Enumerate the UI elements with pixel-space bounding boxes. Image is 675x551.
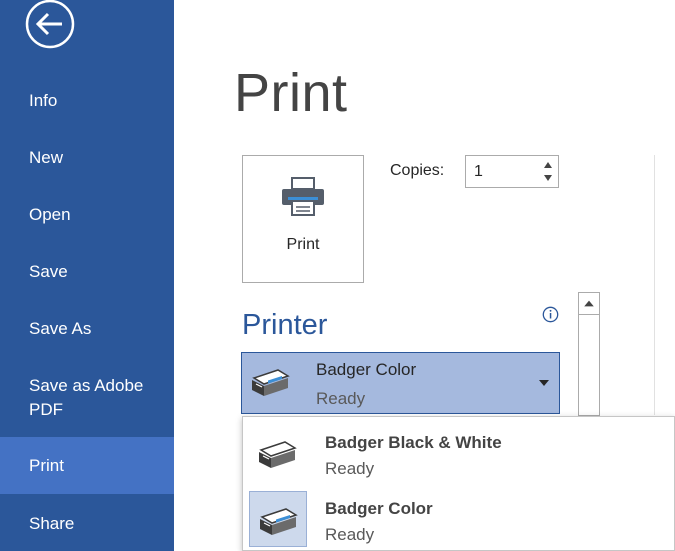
nav-item-label: Share xyxy=(29,514,75,533)
printer-icon xyxy=(252,369,290,396)
nav-item-save-as[interactable]: Save As xyxy=(0,317,174,341)
print-button-label: Print xyxy=(286,236,320,253)
printer-option-icon-box xyxy=(249,491,307,547)
nav-item-save[interactable]: Save xyxy=(0,260,174,284)
print-pane: Print Print Copies: Printer xyxy=(174,0,675,551)
copies-label: Copies: xyxy=(390,162,445,179)
printer-option-icon-box xyxy=(249,425,307,481)
printer-icon xyxy=(260,508,298,535)
nav-item-label: Save As xyxy=(29,319,92,338)
nav-item-save-as-adobe-pdf[interactable]: Save as Adobe PDF xyxy=(0,374,174,422)
printer-dropdown-list: Badger Black & White Ready Badger Color … xyxy=(242,416,675,551)
nav-item-label: Save as Adobe PDF xyxy=(29,376,144,419)
printer-icon xyxy=(282,177,324,216)
chevron-down-icon xyxy=(539,380,549,386)
copies-input[interactable] xyxy=(466,156,538,187)
printer-heading: Printer xyxy=(242,309,328,341)
printer-option-name: Badger Color xyxy=(325,499,433,518)
printer-option-status: Ready xyxy=(325,459,375,478)
nav-item-info[interactable]: Info xyxy=(0,89,174,113)
nav-item-open[interactable]: Open xyxy=(0,203,174,227)
page-title: Print xyxy=(234,63,348,123)
info-icon[interactable] xyxy=(542,306,559,323)
copies-stepper xyxy=(465,155,559,188)
backstage-sidebar: Info New Open Save Save As Save as Adobe… xyxy=(0,0,174,551)
settings-scrollbar[interactable] xyxy=(578,292,600,416)
printer-dropdown[interactable]: Badger Color Ready xyxy=(241,352,560,414)
nav-item-share[interactable]: Share xyxy=(0,512,174,536)
nav-item-label: Print xyxy=(29,456,64,475)
printer-icon xyxy=(259,441,297,468)
nav-item-print[interactable]: Print xyxy=(0,437,174,494)
nav-item-label: Save xyxy=(29,262,68,281)
nav-item-new[interactable]: New xyxy=(0,146,174,170)
nav-item-label: New xyxy=(29,148,64,167)
selected-printer-name: Badger Color xyxy=(316,360,417,379)
back-arrow-icon[interactable] xyxy=(24,0,76,50)
spin-down-icon[interactable] xyxy=(542,172,554,184)
printer-option-status: Ready xyxy=(325,525,375,544)
spin-up-icon[interactable] xyxy=(542,159,554,171)
printer-option-color[interactable]: Badger Color Ready xyxy=(243,485,674,549)
scroll-up-icon[interactable] xyxy=(579,293,599,315)
nav-item-label: Open xyxy=(29,205,71,224)
printer-option-name: Badger Black & White xyxy=(325,433,502,452)
selected-printer-status: Ready xyxy=(316,389,366,408)
nav-item-label: Info xyxy=(29,91,58,110)
printer-option-black-white[interactable]: Badger Black & White Ready xyxy=(243,419,674,483)
print-button[interactable]: Print xyxy=(242,155,364,283)
pane-divider xyxy=(654,155,655,415)
